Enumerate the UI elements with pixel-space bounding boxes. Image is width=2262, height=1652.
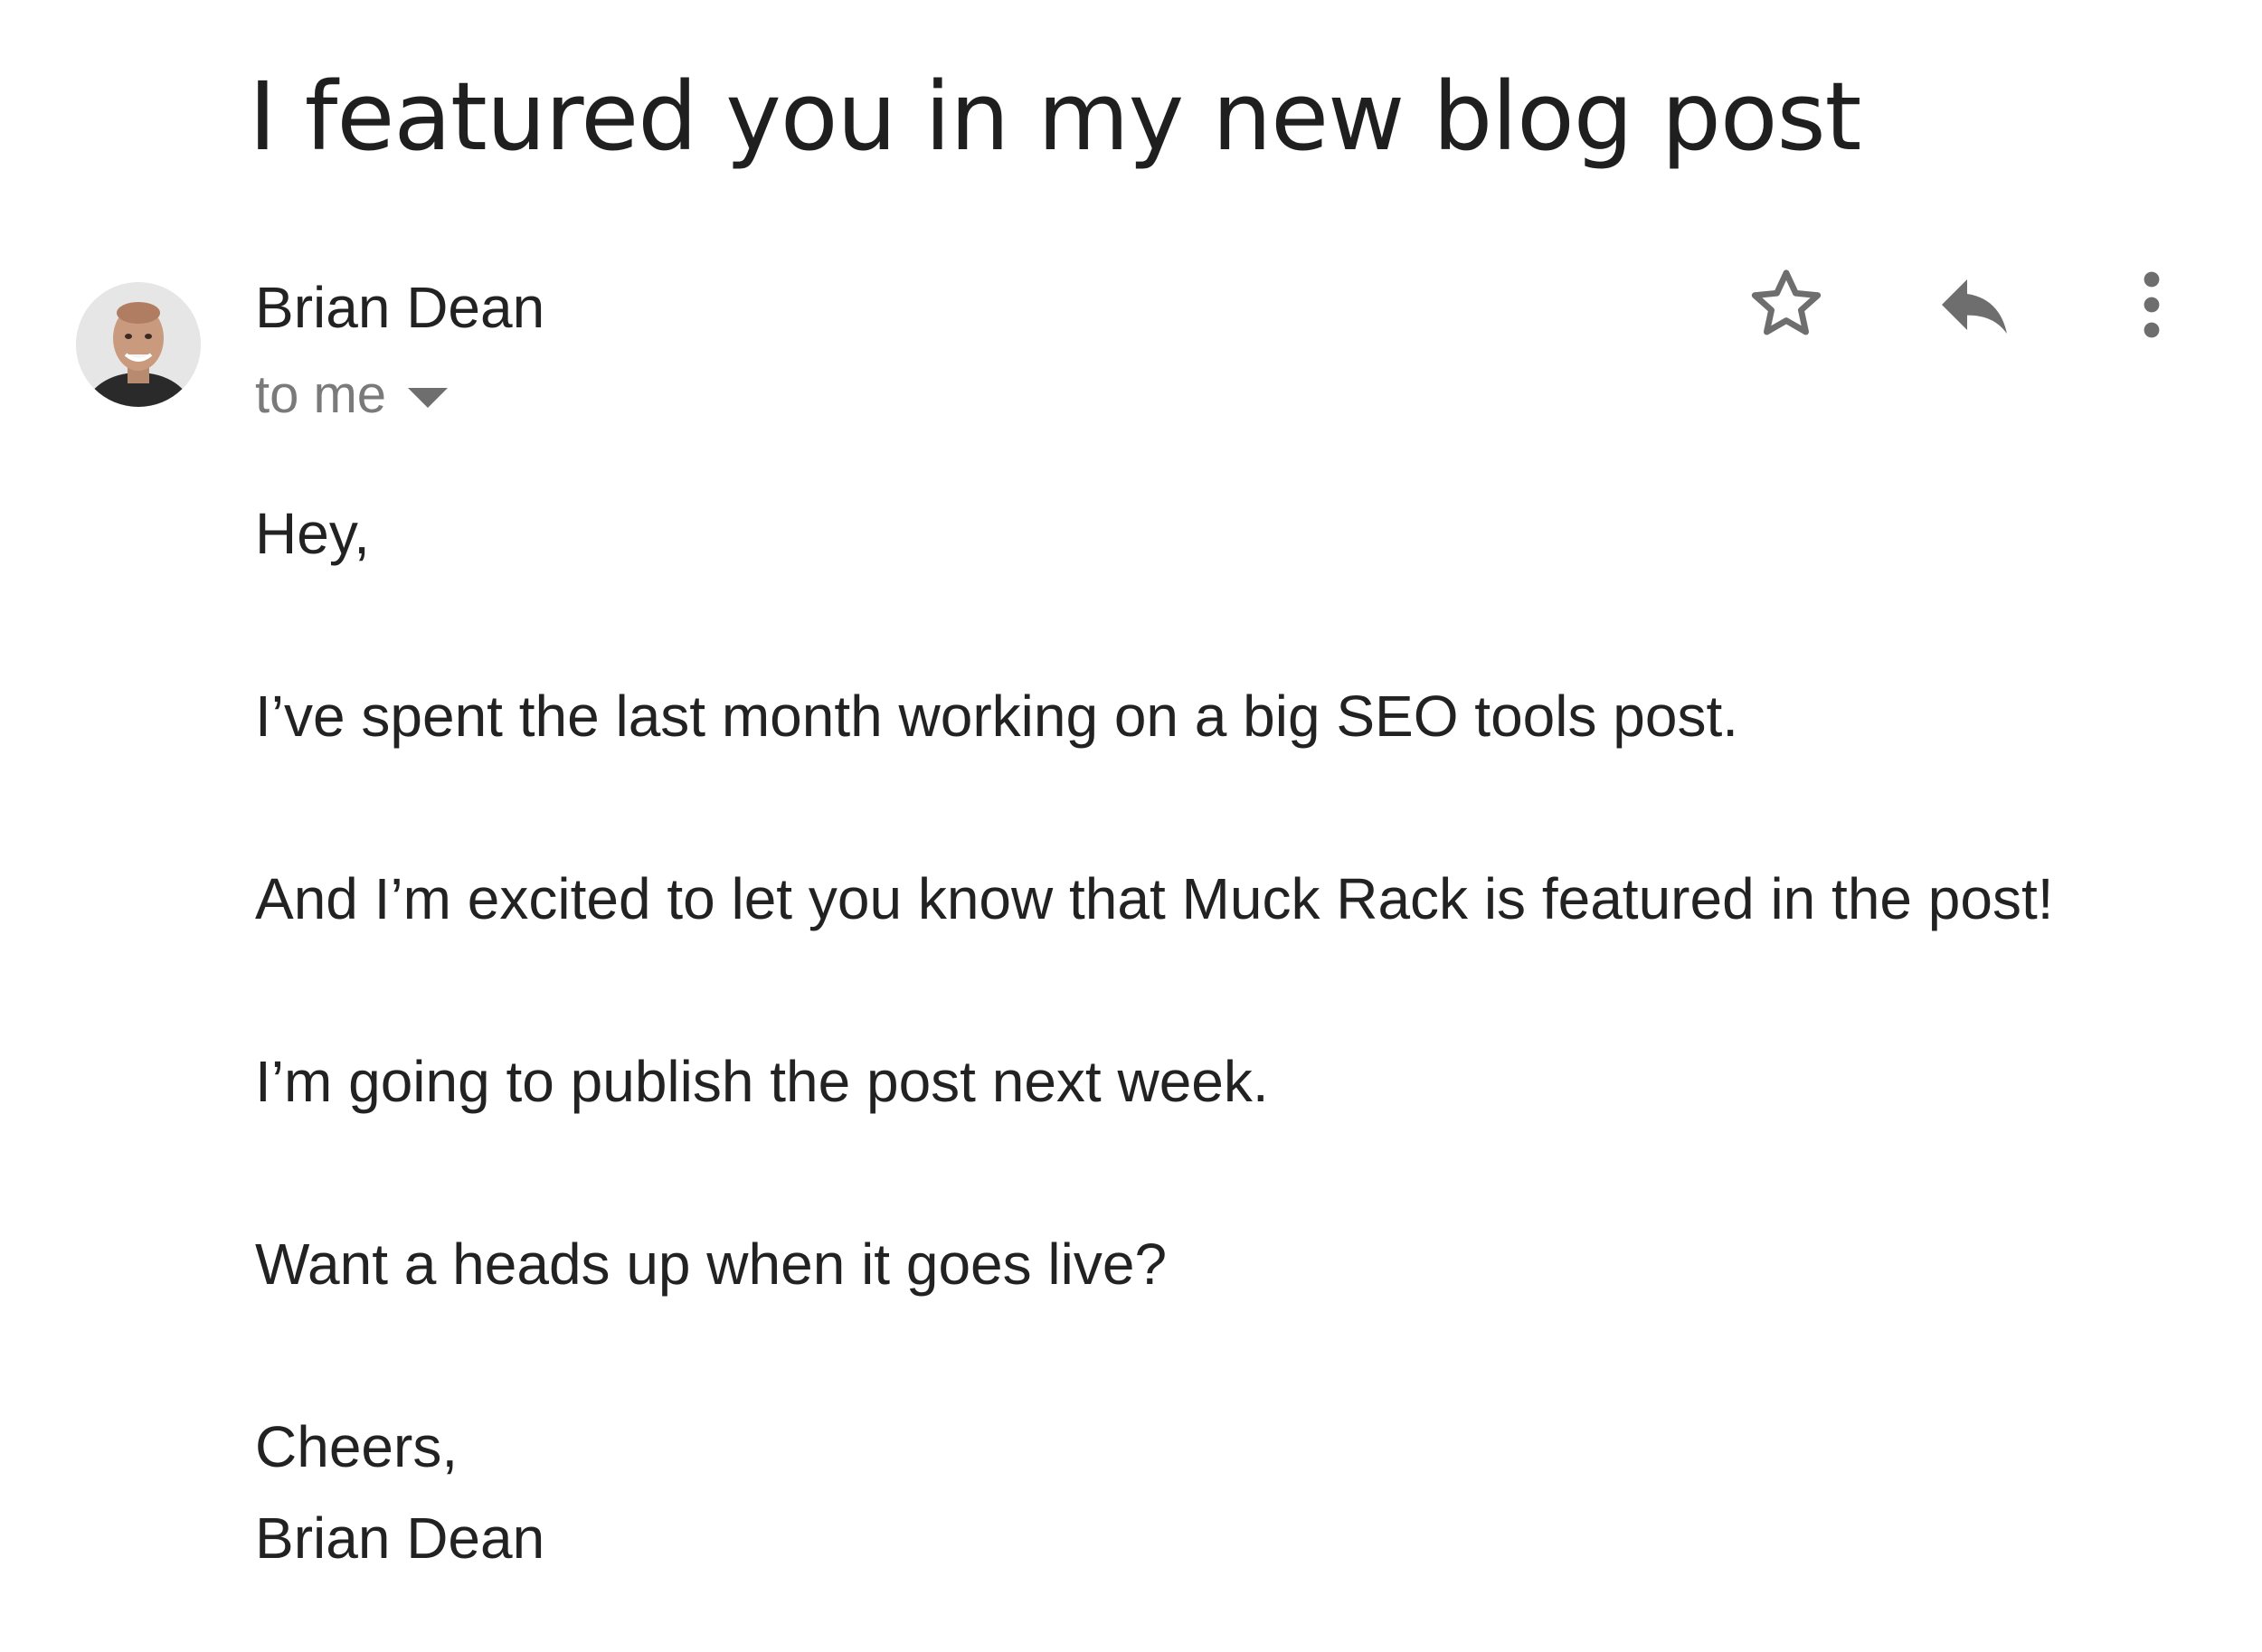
reply-button[interactable] — [1925, 255, 2024, 354]
reply-icon — [1942, 279, 2007, 334]
signoff: Cheers, — [255, 1414, 459, 1479]
email-body: Hey, I’ve spent the last month working o… — [255, 488, 2227, 1584]
sender-avatar[interactable] — [76, 282, 201, 407]
body-paragraph: I’m going to publish the post next week. — [255, 1049, 1269, 1114]
more-vert-icon — [2144, 271, 2160, 338]
recipient-details-toggle[interactable]: to me — [255, 363, 449, 427]
body-paragraph: Want a heads up when it goes live? — [255, 1232, 1168, 1297]
greeting: Hey, — [255, 501, 370, 566]
body-paragraph: I’ve spent the last month working on a b… — [255, 684, 1738, 749]
star-icon — [1751, 269, 1822, 335]
more-options-button[interactable] — [2102, 255, 2201, 354]
recipient-label: to me — [255, 365, 387, 424]
body-paragraph: And I’m excited to let you know that Muc… — [255, 866, 2054, 931]
star-button[interactable] — [1737, 255, 1836, 354]
caret-down-icon — [408, 387, 449, 408]
signature: Brian Dean — [255, 1506, 545, 1571]
email-subject: I featured you in my new blog post — [249, 61, 1861, 172]
sender-name[interactable]: Brian Dean — [255, 273, 544, 343]
avatar-photo — [76, 282, 201, 407]
